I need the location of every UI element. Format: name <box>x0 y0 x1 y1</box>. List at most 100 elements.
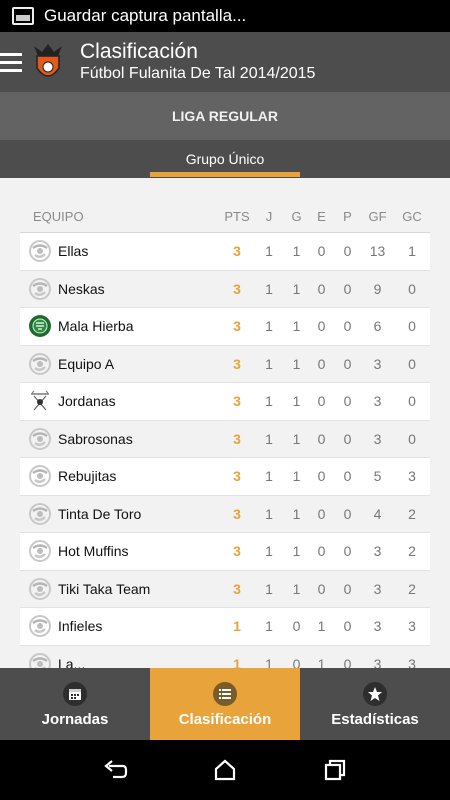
team-generic-icon <box>29 277 51 300</box>
table-header: EQUIPO PTS J G E P GF GC <box>20 200 430 233</box>
team-name: Hot Muffins <box>58 543 129 560</box>
team-crest-icon <box>29 315 51 338</box>
table-row[interactable]: Rebujitas 3 1 1 0 0 5 3 <box>20 458 430 496</box>
team-generic-icon <box>29 502 51 525</box>
team-g: 1 <box>292 543 301 560</box>
table-body: Ellas 3 1 1 0 0 13 1 Neskas 3 1 1 0 0 9 0 Mala Hierba 3 1 1… <box>20 233 430 668</box>
team-g: 1 <box>292 505 301 522</box>
status-notification: Guardar captura pantalla... <box>44 6 247 25</box>
team-name: Equipo A <box>58 355 115 372</box>
table-row[interactable]: Mala Hierba 3 1 1 0 0 6 0 <box>20 308 430 346</box>
team-j: 1 <box>265 355 273 372</box>
team-p: 0 <box>343 468 352 485</box>
team-e: 1 <box>317 655 326 668</box>
team-gf: 3 <box>373 543 382 560</box>
header-g: G <box>291 208 302 224</box>
recent-apps-icon[interactable] <box>321 756 349 784</box>
team-g: 0 <box>292 618 301 635</box>
team-cell: Mala Hierba <box>20 314 220 338</box>
team-cell: Hot Muffins <box>20 539 220 563</box>
team-j: 1 <box>265 580 273 597</box>
team-gc: 2 <box>408 580 416 597</box>
table-row[interactable]: Ellas 3 1 1 0 0 13 1 <box>20 233 430 271</box>
team-gf: 6 <box>373 318 382 335</box>
team-gc: 0 <box>408 355 416 372</box>
team-p: 0 <box>343 318 352 335</box>
team-gf: 3 <box>373 430 382 447</box>
team-e: 0 <box>317 318 326 335</box>
header-pts: PTS <box>224 208 250 224</box>
team-name: Rebujitas <box>58 468 117 485</box>
team-pts: 1 <box>233 618 241 635</box>
team-cell: Sabrosonas <box>20 427 220 451</box>
team-gc: 0 <box>408 318 416 335</box>
team-name: Neskas <box>58 280 105 297</box>
team-j: 1 <box>265 280 273 297</box>
team-generic-icon <box>29 652 51 668</box>
star-icon <box>363 681 387 706</box>
table-row[interactable]: Tinta De Toro 3 1 1 0 0 4 2 <box>20 495 430 533</box>
team-gc: 3 <box>408 618 416 635</box>
team-p: 0 <box>343 655 352 668</box>
team-pts: 3 <box>233 280 241 297</box>
team-crest-icon <box>31 390 49 411</box>
team-gc: 2 <box>408 505 416 522</box>
team-pts: 3 <box>233 318 241 335</box>
team-generic-icon <box>29 540 51 563</box>
tab-grupo-label: Grupo Único <box>185 151 265 167</box>
standings-table: EQUIPO PTS J G E P GF GC Ellas 3 1 1 0 0 13 1 Ne… <box>20 200 430 668</box>
team-cell: Rebujitas <box>20 464 220 488</box>
team-p: 0 <box>343 430 352 447</box>
team-g: 1 <box>292 318 301 335</box>
team-g: 1 <box>292 280 301 297</box>
team-gf: 13 <box>369 243 386 260</box>
team-g: 1 <box>292 243 301 260</box>
team-generic-icon <box>29 465 51 488</box>
team-generic-icon <box>29 352 51 375</box>
tab-estadisticas[interactable]: Estadísticas <box>300 668 450 740</box>
home-icon[interactable] <box>211 756 239 784</box>
list-icon <box>213 681 237 706</box>
table-row[interactable]: Infieles 1 1 0 1 0 3 3 <box>20 608 430 646</box>
team-name: Mala Hierba <box>58 318 134 335</box>
team-gf: 3 <box>373 580 382 597</box>
team-name: Sabrosonas <box>58 430 133 447</box>
action-bar: Clasificación Fútbol Fulanita De Tal 201… <box>0 32 450 92</box>
team-name: Jordanas <box>58 393 116 410</box>
team-gf: 3 <box>373 618 382 635</box>
hamburger-menu-icon[interactable] <box>0 52 22 72</box>
table-row[interactable]: Equipo A3110030 <box>20 345 430 383</box>
tab-jornadas[interactable]: Jornadas <box>0 668 150 740</box>
team-cell: Tiki Taka Team <box>20 577 220 601</box>
team-p: 0 <box>343 543 352 560</box>
team-j: 1 <box>265 430 273 447</box>
table-row[interactable]: Sabrosonas 3 1 1 0 0 3 0 <box>20 420 430 458</box>
header-j: J <box>265 208 273 224</box>
league-logo-icon[interactable] <box>30 40 66 84</box>
table-row[interactable]: Neskas 3 1 1 0 0 9 0 <box>20 270 430 308</box>
team-generic-icon <box>29 240 51 263</box>
team-e: 0 <box>317 543 326 560</box>
tab-liga-label: LIGA REGULAR <box>171 108 279 124</box>
team-cell: Tinta De Toro <box>20 502 220 526</box>
team-e: 0 <box>317 430 326 447</box>
standings-panel[interactable]: EQUIPO PTS J G E P GF GC Ellas 3 1 1 0 0 13 1 Ne… <box>0 178 450 668</box>
team-j: 1 <box>265 618 273 635</box>
table-row[interactable]: Tiki Taka Team 3 1 1 0 0 3 2 <box>20 570 430 608</box>
table-row[interactable]: Jordanas 3 1 1 0 0 3 0 <box>20 383 430 421</box>
tab-clasificacion[interactable]: Clasificación <box>150 668 300 740</box>
tab-liga-regular[interactable]: LIGA REGULAR <box>0 92 450 140</box>
team-gf: 3 <box>373 355 382 372</box>
team-gc: 1 <box>408 243 416 260</box>
team-generic-icon <box>29 427 51 450</box>
table-row[interactable]: La... 1 1 0 1 0 3 3 <box>20 645 430 668</box>
team-p: 0 <box>343 280 352 297</box>
table-row[interactable]: Hot Muffins 3 1 1 0 0 3 2 <box>20 533 430 571</box>
team-gf: 3 <box>373 655 382 668</box>
team-gf: 5 <box>373 468 382 485</box>
header-e: E <box>317 208 326 224</box>
team-cell: La... <box>20 652 220 668</box>
back-icon[interactable] <box>101 756 129 784</box>
team-e: 0 <box>317 355 326 372</box>
team-j: 1 <box>265 468 273 485</box>
